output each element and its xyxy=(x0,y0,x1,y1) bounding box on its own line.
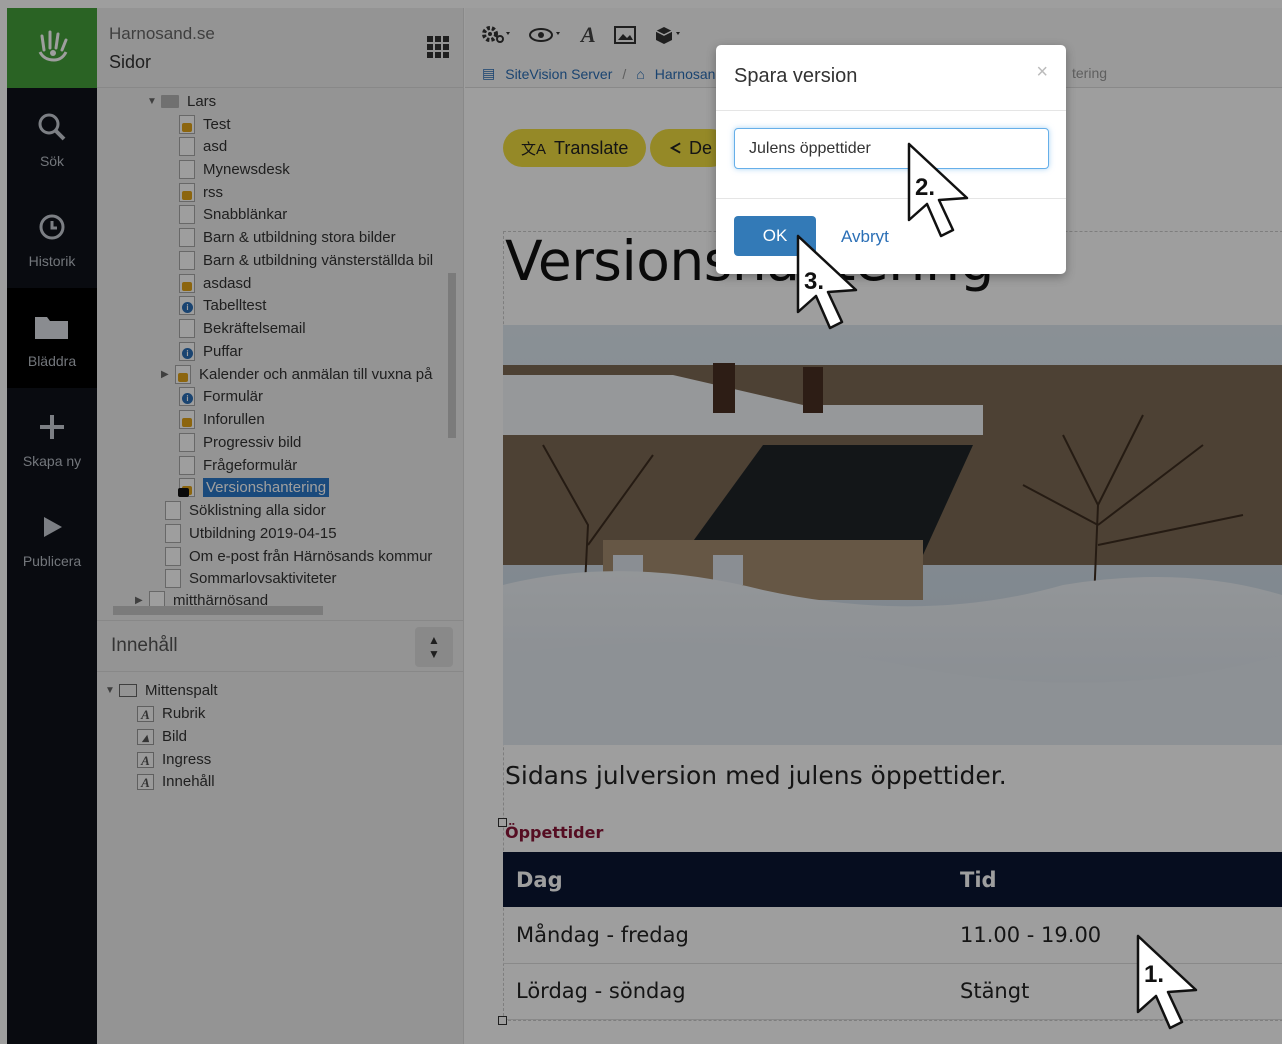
step-3-cursor-icon: 3. xyxy=(796,234,858,330)
dialog-title: Spara version xyxy=(734,65,858,87)
version-name-input[interactable] xyxy=(734,128,1049,169)
step-2-cursor-icon: 2. xyxy=(907,142,969,238)
divider xyxy=(716,198,1066,199)
divider xyxy=(716,110,1066,111)
modal-backdrop[interactable] xyxy=(0,0,1282,1044)
close-icon[interactable]: × xyxy=(1036,61,1048,84)
save-version-dialog: Spara version × OK Avbryt xyxy=(716,45,1066,274)
step-1-label: 1. xyxy=(1144,961,1164,988)
step-2-label: 2. xyxy=(915,174,935,201)
step-1-cursor-icon: 1. xyxy=(1136,934,1198,1030)
step-3-label: 3. xyxy=(804,268,824,295)
